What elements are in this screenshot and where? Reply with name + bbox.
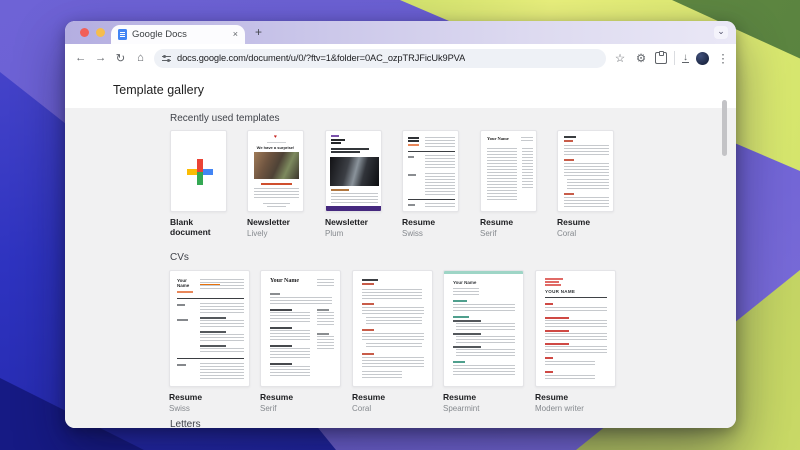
new-tab-button[interactable]: + xyxy=(255,25,262,40)
spearmint-top-bar xyxy=(444,271,523,274)
tab-strip: Google Docs × + ⌄ xyxy=(65,21,736,44)
card-title: Resume xyxy=(480,217,514,227)
newsletter-plum-thumbnail[interactable] xyxy=(325,130,382,212)
resume-swiss-thumbnail[interactable] xyxy=(402,130,459,212)
lively-headline: We have a surprise! xyxy=(256,145,295,150)
template-card-resume-serif-recent[interactable]: Your Name Resume Serif xyxy=(480,130,537,238)
resume-serif-thumbnail[interactable]: Your Name xyxy=(480,130,537,212)
browser-window: Google Docs × + ⌄ ← → ↻ ⌂ docs.google.co… xyxy=(65,21,736,428)
desktop: { "browser": { "tab_title": "Google Docs… xyxy=(0,0,800,450)
card-subtitle: Serif xyxy=(260,404,277,413)
heart-icon: ♥ xyxy=(274,134,277,140)
home-icon[interactable]: ⌂ xyxy=(134,52,147,64)
card-title: Resume xyxy=(169,392,203,402)
card-subtitle: Coral xyxy=(557,229,577,238)
resume-name-text: Your Name xyxy=(487,136,509,141)
resume-name-text: Your Name xyxy=(177,278,190,289)
scrollbar-thumb[interactable] xyxy=(722,100,727,156)
browser-toolbar: ← → ↻ ⌂ docs.google.com/document/u/0/?ft… xyxy=(65,44,736,72)
toolbar-divider xyxy=(674,51,675,65)
card-subtitle: Swiss xyxy=(402,229,423,238)
tab-title: Google Docs xyxy=(132,29,187,40)
template-card-blank-document[interactable]: Blank document xyxy=(170,130,227,239)
section-letters-label: Letters xyxy=(170,419,201,428)
cv-coral-thumbnail[interactable] xyxy=(352,270,433,387)
template-card-cv-modern-writer[interactable]: YOUR NAME Resume Modern writer xyxy=(535,270,616,413)
site-info-icon[interactable] xyxy=(162,54,171,62)
card-title: Resume xyxy=(535,392,569,402)
section-cvs-label: CVs xyxy=(170,252,189,263)
url-text[interactable]: docs.google.com/document/u/0/?ftv=1&fold… xyxy=(177,53,465,63)
template-card-resume-swiss-recent[interactable]: Resume Swiss xyxy=(402,130,459,238)
resume-name-text: Your Name xyxy=(270,278,300,284)
template-gallery: Recently used templates Blank document ♥… xyxy=(65,108,736,428)
bookmark-star-icon[interactable]: ☆ xyxy=(613,51,627,65)
resume-name-text: YOUR NAME xyxy=(545,289,576,294)
page-header: Template gallery xyxy=(65,72,736,108)
card-title: Resume xyxy=(352,392,386,402)
cv-swiss-thumbnail[interactable]: Your Name xyxy=(169,270,250,387)
card-subtitle: Lively xyxy=(247,229,268,238)
card-title: Newsletter xyxy=(325,217,368,227)
download-icon[interactable]: ↓ xyxy=(682,53,689,63)
card-title: Resume xyxy=(443,392,477,402)
blank-document-thumbnail[interactable] xyxy=(170,130,227,212)
lively-photo xyxy=(254,152,299,179)
plum-photo xyxy=(330,157,379,186)
template-card-cv-serif[interactable]: Your Name Resume Serif xyxy=(260,270,341,413)
tab-overflow-chevron-icon[interactable]: ⌄ xyxy=(714,26,728,39)
card-title: Resume xyxy=(557,217,591,227)
newsletter-lively-thumbnail[interactable]: ♥ We have a surprise! xyxy=(247,130,304,212)
cv-modern-writer-thumbnail[interactable]: YOUR NAME xyxy=(535,270,616,387)
template-card-cv-coral[interactable]: Resume Coral xyxy=(352,270,433,413)
resume-name-text: Your Name xyxy=(453,280,477,285)
template-card-cv-spearmint[interactable]: Your Name Resume Spearmint xyxy=(443,270,524,413)
docs-favicon-icon xyxy=(118,29,127,40)
card-subtitle: Spearmint xyxy=(443,404,480,413)
close-window-button[interactable] xyxy=(80,28,89,37)
gear-icon[interactable]: ⚙ xyxy=(634,51,648,65)
extensions-icon[interactable] xyxy=(655,50,667,64)
tab-google-docs[interactable]: Google Docs × xyxy=(111,25,245,44)
card-title: Newsletter xyxy=(247,217,290,227)
card-subtitle: Coral xyxy=(352,404,372,413)
section-recent-label: Recently used templates xyxy=(170,113,280,124)
card-title: Blank document xyxy=(170,217,211,237)
template-card-cv-swiss[interactable]: Your Name Resume Swiss xyxy=(169,270,250,413)
cv-spearmint-thumbnail[interactable]: Your Name xyxy=(443,270,524,387)
tab-close-icon[interactable]: × xyxy=(233,30,238,39)
card-subtitle: Modern writer xyxy=(535,404,584,413)
menu-kebab-icon[interactable]: ⋮ xyxy=(716,51,730,65)
card-subtitle: Serif xyxy=(480,229,497,238)
forward-icon[interactable]: → xyxy=(94,52,107,64)
card-subtitle: Swiss xyxy=(169,404,190,413)
plum-bottom-bar xyxy=(326,206,381,211)
card-title: Resume xyxy=(402,217,436,227)
card-title: Resume xyxy=(260,392,294,402)
resume-coral-thumbnail[interactable] xyxy=(557,130,614,212)
minimize-window-button[interactable] xyxy=(96,28,105,37)
template-card-newsletter-lively[interactable]: ♥ We have a surprise! Newsletter Lively xyxy=(247,130,304,238)
template-card-resume-coral-recent[interactable]: Resume Coral xyxy=(557,130,614,238)
template-card-newsletter-plum[interactable]: Newsletter Plum xyxy=(325,130,382,238)
url-bar[interactable]: docs.google.com/document/u/0/?ftv=1&fold… xyxy=(154,48,606,68)
card-subtitle: Plum xyxy=(325,229,344,238)
profile-avatar[interactable] xyxy=(696,51,709,65)
cv-serif-thumbnail[interactable]: Your Name xyxy=(260,270,341,387)
reload-icon[interactable]: ↻ xyxy=(114,51,127,65)
page-title: Template gallery xyxy=(113,83,205,97)
back-icon[interactable]: ← xyxy=(74,52,87,64)
